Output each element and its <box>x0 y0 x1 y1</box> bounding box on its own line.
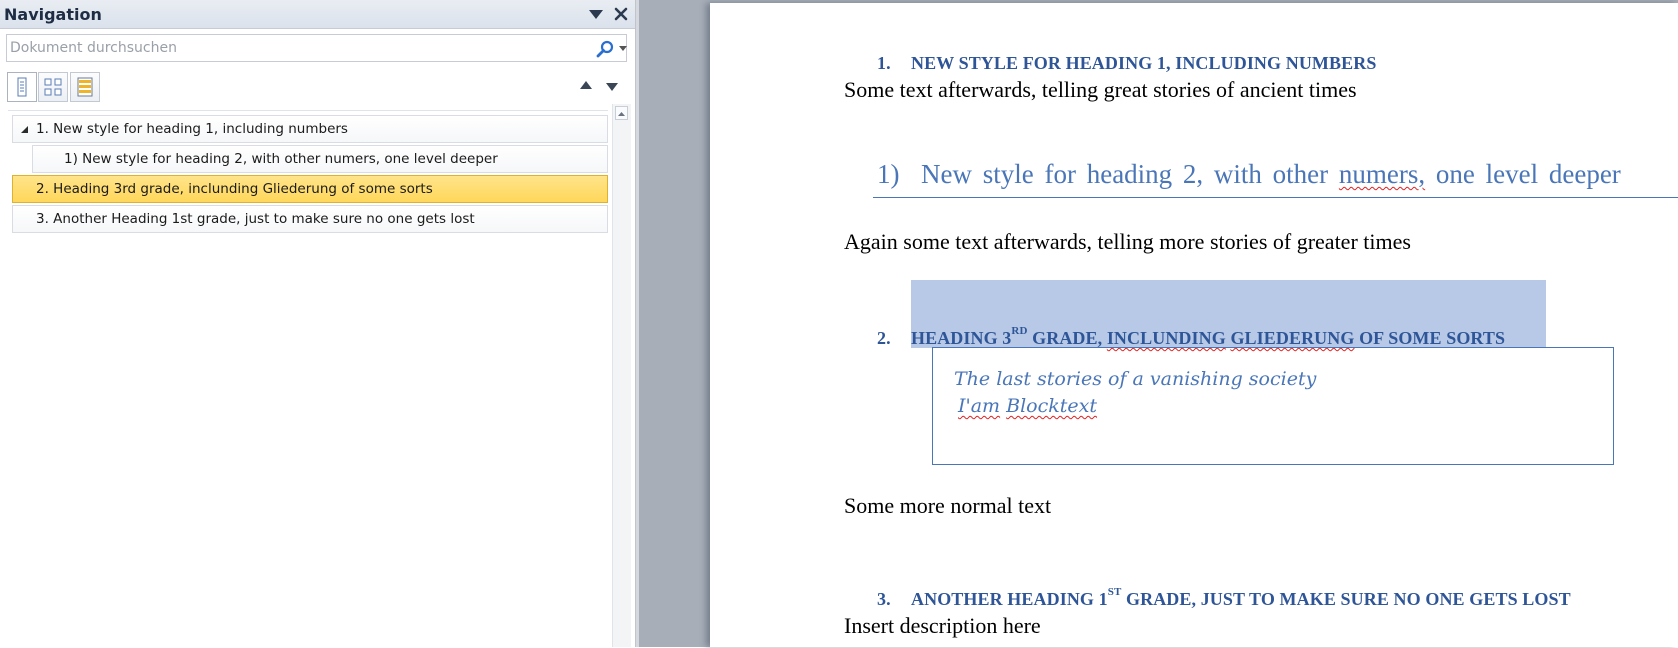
tab-browse-headings[interactable] <box>7 72 37 102</box>
scroll-up-arrow-icon <box>618 112 625 116</box>
pane-options-dropdown-icon[interactable] <box>588 8 604 20</box>
misspelled-word[interactable]: Blocktext <box>1006 395 1097 417</box>
tree-item-heading-2[interactable]: 1) New style for heading 2, with other n… <box>32 145 608 173</box>
heading-text: one level deeper <box>1425 159 1621 189</box>
search-results-icon <box>77 77 93 97</box>
document-page[interactable]: 1. NEW STYLE FOR HEADING 1, INCLUDING NU… <box>710 3 1678 647</box>
collapse-triangle-icon[interactable] <box>20 125 29 134</box>
navigation-header: Navigation <box>0 0 635 29</box>
heading-text-part: HEADING 3 <box>911 328 1012 348</box>
next-heading-icon[interactable] <box>605 82 619 92</box>
misspelled-word[interactable]: I'am <box>958 395 1000 417</box>
navigation-scrollbar[interactable] <box>612 104 631 647</box>
search-input[interactable] <box>7 35 590 61</box>
navigation-pane: Navigation Dokument durchsuchen 1. New s… <box>0 0 635 647</box>
misspelled-word[interactable]: GLIEDERUNG <box>1230 328 1354 348</box>
search-icon[interactable] <box>595 39 615 59</box>
heading-number: 3. <box>877 589 891 609</box>
tree-item-heading-1[interactable]: 1. New style for heading 1, including nu… <box>12 115 608 143</box>
heading-2-underline <box>873 197 1678 198</box>
thumbnails-icon <box>44 78 62 96</box>
tab-browse-results[interactable] <box>70 72 100 102</box>
blocktext-line: The last stories of a vanishing society <box>954 368 1317 390</box>
ordinal-superscript: RD <box>1011 325 1028 337</box>
scroll-up-button[interactable] <box>615 106 628 120</box>
search-options-dropdown-icon[interactable] <box>619 46 627 52</box>
tree-item-label: 3. Another Heading 1st grade, just to ma… <box>36 211 475 227</box>
body-paragraph[interactable]: Some more normal text <box>844 493 1051 519</box>
heading-text: NEW STYLE FOR HEADING 1, INCLUDING NUMBE… <box>911 53 1377 73</box>
headings-tree: 1. New style for heading 1, including nu… <box>8 110 608 648</box>
search-box <box>6 34 627 62</box>
body-paragraph[interactable]: Insert description here <box>844 613 1041 639</box>
heading-text-part: GRADE, <box>1027 328 1107 348</box>
body-paragraph[interactable]: Some text afterwards, telling great stor… <box>844 77 1357 103</box>
close-icon[interactable] <box>612 5 630 23</box>
navigation-title: Navigation <box>4 5 102 24</box>
heading-2[interactable]: 1) New style for heading 2, with other n… <box>877 159 1621 190</box>
body-paragraph[interactable]: Again some text afterwards, telling more… <box>844 229 1411 255</box>
tree-item-heading-4[interactable]: 3. Another Heading 1st grade, just to ma… <box>12 205 608 233</box>
heading-number: 2. <box>877 328 891 348</box>
blocktext-line: I'am Blocktext <box>958 395 1097 417</box>
heading-text: ANOTHER HEADING 1ST GRADE, JUST TO MAKE … <box>911 586 1571 610</box>
previous-heading-icon[interactable] <box>579 80 593 90</box>
heading-text: HEADING 3RD GRADE, INCLUNDING GLIEDERUNG… <box>911 325 1506 349</box>
heading-number: 1) <box>877 159 900 189</box>
heading-number: 1. <box>877 53 891 73</box>
tree-item-label: 1. New style for heading 1, including nu… <box>36 121 348 137</box>
heading-text-part: ANOTHER HEADING 1 <box>911 589 1108 609</box>
tree-item-label: 1) New style for heading 2, with other n… <box>64 151 498 167</box>
misspelled-word[interactable]: INCLUNDING <box>1107 328 1226 348</box>
headings-icon <box>17 77 27 97</box>
ordinal-superscript: ST <box>1107 586 1122 598</box>
heading-text-part: GRADE, JUST TO MAKE SURE NO ONE GETS LOS… <box>1121 589 1571 609</box>
tab-browse-pages[interactable] <box>38 72 68 102</box>
heading-text: New style for heading 2, with other <box>921 159 1339 189</box>
heading-text-part: OF SOME SORTS <box>1354 328 1506 348</box>
tree-item-label: 2. Heading 3rd grade, inclunding Glieder… <box>36 181 433 197</box>
blocktext-box[interactable]: The last stories of a vanishing society … <box>932 347 1614 465</box>
tree-item-heading-3-selected[interactable]: 2. Heading 3rd grade, inclunding Glieder… <box>12 175 608 203</box>
misspelled-word[interactable]: numers, <box>1339 159 1425 189</box>
